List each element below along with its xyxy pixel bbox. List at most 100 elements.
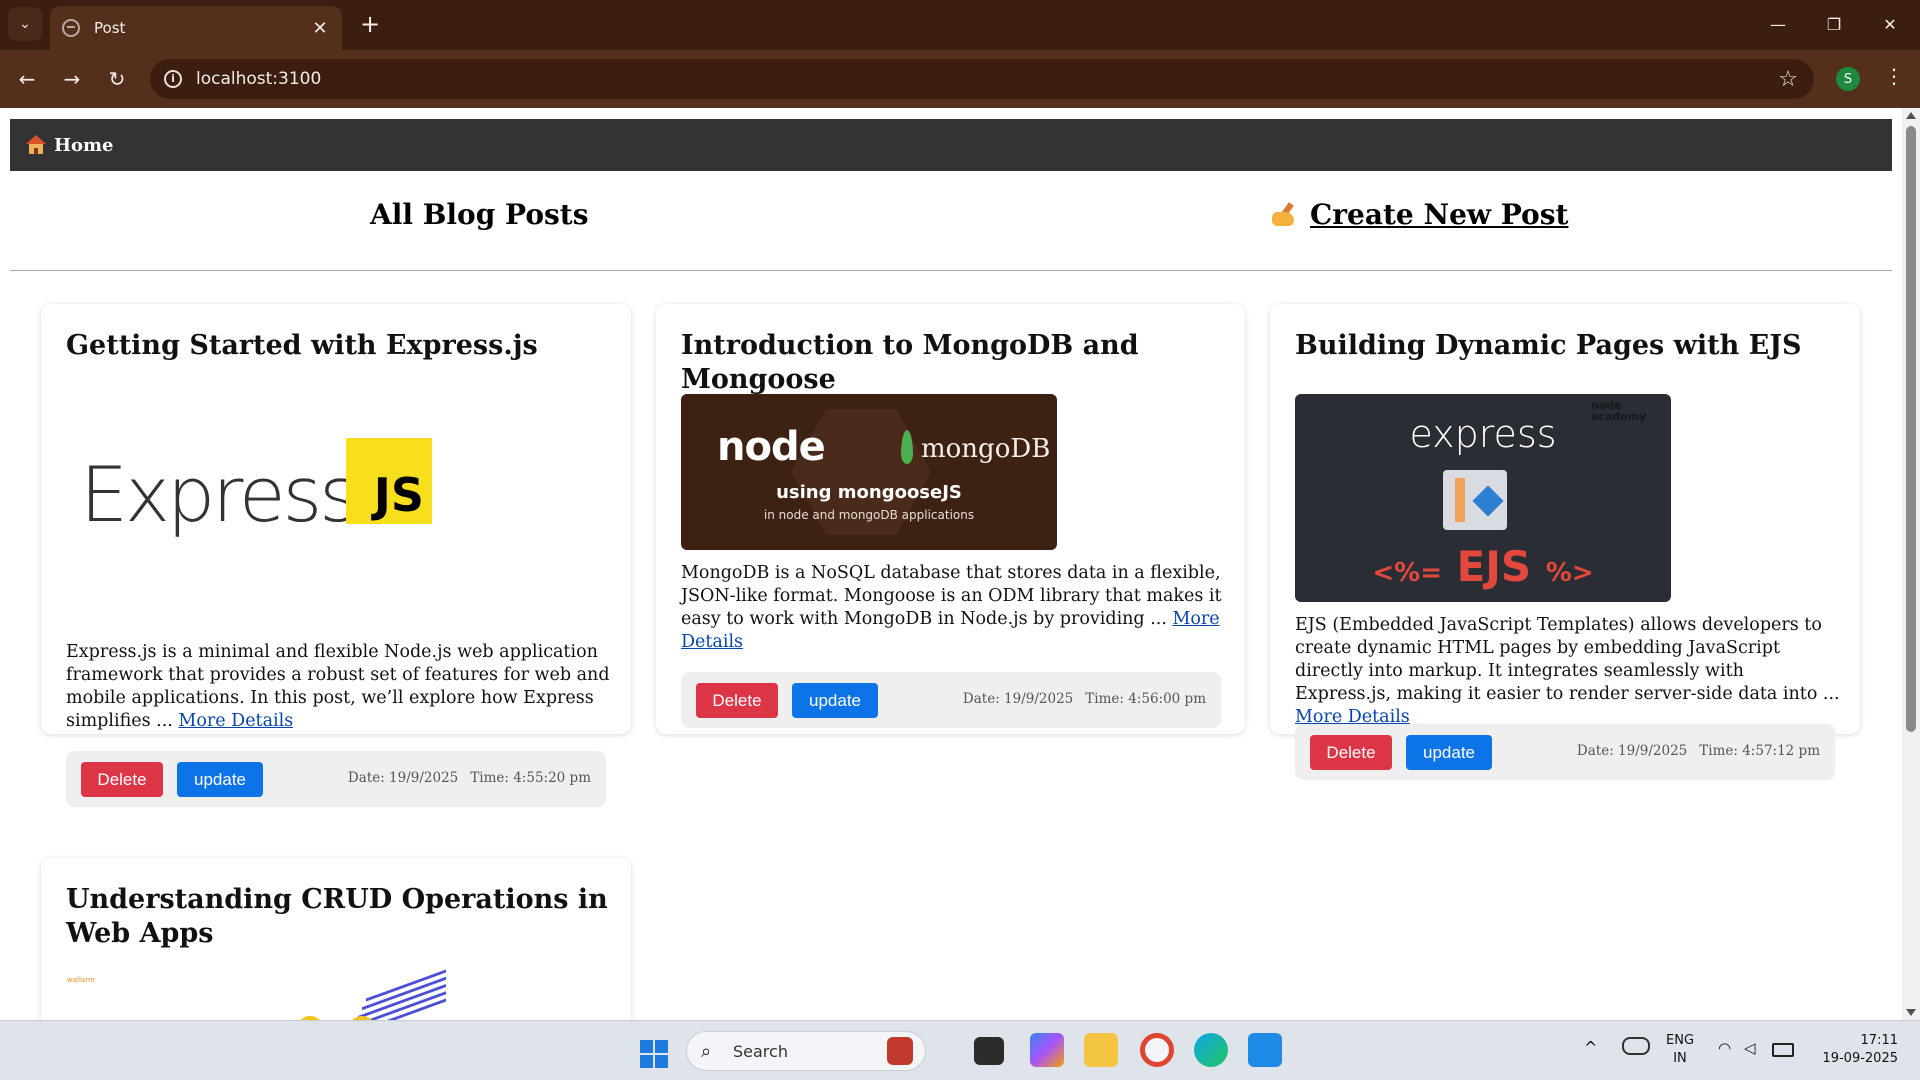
battery-icon[interactable] bbox=[1772, 1043, 1794, 1057]
new-tab-button[interactable]: + bbox=[356, 10, 384, 38]
tab-close-icon[interactable]: ✕ bbox=[308, 16, 332, 40]
node-logo-text: node bbox=[717, 424, 826, 470]
post-excerpt-text: Express.js is a minimal and flexible Nod… bbox=[66, 642, 610, 731]
onedrive-cloud-icon[interactable] bbox=[1622, 1037, 1650, 1055]
post-actions: Delete update Date: 19/9/2025 Time: 4:57:… bbox=[1295, 724, 1835, 780]
clock[interactable]: 17:11 19-09-2025 bbox=[1818, 1032, 1898, 1068]
browser-tab[interactable]: Post ✕ bbox=[50, 6, 342, 50]
profile-avatar[interactable]: S bbox=[1836, 67, 1860, 91]
mongodb-leaf-icon bbox=[901, 430, 913, 464]
ejs-logo: <%= EJS %> bbox=[1295, 542, 1671, 591]
post-image-crud: wallarm bbox=[66, 969, 446, 1020]
post-excerpt-text: EJS (Embedded JavaScript Templates) allo… bbox=[1295, 615, 1840, 704]
post-time: Time: 4:57:12 pm bbox=[1699, 743, 1820, 759]
page-viewport: Home All Blog Posts Create New Post Gett… bbox=[0, 108, 1902, 1020]
volume-icon[interactable]: ◁ bbox=[1744, 1039, 1756, 1057]
tray-overflow-icon[interactable]: ^ bbox=[1584, 1039, 1597, 1057]
edge-icon[interactable] bbox=[1194, 1033, 1228, 1067]
post-card: Introduction to MongoDB and Mongoose nod… bbox=[656, 304, 1245, 734]
forward-button[interactable]: → bbox=[56, 63, 88, 95]
file-explorer-icon[interactable] bbox=[1084, 1033, 1118, 1067]
scroll-down-arrow-icon[interactable] bbox=[1906, 1009, 1916, 1016]
mongodb-logo-text: mongoDB bbox=[921, 434, 1051, 464]
delete-button[interactable]: Delete bbox=[1310, 735, 1392, 770]
task-view-icon[interactable] bbox=[974, 1037, 1004, 1065]
search-icon: ⌕ bbox=[701, 1041, 712, 1062]
node-academy-logo: node academy bbox=[1591, 399, 1647, 423]
tab-search-button[interactable]: ⌄ bbox=[8, 7, 42, 41]
create-post-link[interactable]: Create New Post bbox=[1268, 198, 1568, 231]
ejs-close-tag: %> bbox=[1545, 558, 1594, 588]
browser-tabstrip: ⌄ Post ✕ + — ❐ ✕ bbox=[0, 0, 1920, 50]
globe-icon bbox=[62, 19, 80, 37]
post-date: Date: 19/9/2025 bbox=[962, 691, 1074, 707]
post-time: Time: 4:56:00 pm bbox=[1085, 691, 1206, 707]
windows-taskbar: ⌕ Search ^ ENG IN ◠ ◁ 17:11 19-09-2025 bbox=[0, 1020, 1920, 1080]
post-image-ejs: express node academy <%= EJS %> bbox=[1295, 394, 1671, 602]
region-code: IN bbox=[1673, 1051, 1687, 1066]
page-scrollbar[interactable] bbox=[1902, 108, 1920, 1020]
nav-home-link[interactable]: Home bbox=[26, 135, 114, 156]
house-icon bbox=[26, 135, 46, 155]
scrollbar-thumb[interactable] bbox=[1906, 126, 1916, 732]
delete-button[interactable]: Delete bbox=[81, 762, 163, 797]
post-card: Getting Started with Express.js Express … bbox=[41, 304, 631, 807]
post-meta: Date: 19/9/2025 Time: 4:55:20 pm bbox=[348, 770, 591, 786]
update-button[interactable]: update bbox=[177, 762, 263, 797]
wifi-icon[interactable]: ◠ bbox=[1718, 1039, 1731, 1057]
image-heading: using mongooseJS bbox=[776, 482, 962, 503]
post-title: Building Dynamic Pages with EJS bbox=[1295, 330, 1802, 361]
clock-date: 19-09-2025 bbox=[1822, 1051, 1898, 1066]
language-indicator[interactable]: ENG IN bbox=[1666, 1032, 1694, 1068]
address-bar[interactable]: i localhost:3100 ☆ bbox=[150, 59, 1814, 99]
post-excerpt: MongoDB is a NoSQL database that stores … bbox=[681, 562, 1226, 654]
windows-start-icon[interactable] bbox=[640, 1040, 668, 1068]
create-post-label[interactable]: Create New Post bbox=[1310, 198, 1568, 231]
express-logo-text: Express bbox=[80, 450, 359, 539]
divider bbox=[10, 270, 1892, 271]
post-excerpt-text: MongoDB is a NoSQL database that stores … bbox=[681, 563, 1222, 629]
language-code: ENG bbox=[1666, 1033, 1695, 1048]
window-close-button[interactable]: ✕ bbox=[1868, 8, 1912, 40]
more-details-link[interactable]: More Details bbox=[178, 711, 293, 731]
ejs-logo-text: EJS bbox=[1441, 542, 1546, 591]
image-subheading: in node and mongoDB applications bbox=[763, 508, 975, 522]
vscode-icon[interactable] bbox=[1248, 1033, 1282, 1067]
browser-toolbar: ← → ↻ i localhost:3100 ☆ S ⋮ bbox=[0, 50, 1920, 108]
minimize-button[interactable]: — bbox=[1756, 8, 1800, 40]
post-image-express: Express JS bbox=[66, 394, 441, 594]
post-date: Date: 19/9/2025 bbox=[1576, 743, 1688, 759]
tab-title: Post bbox=[94, 19, 126, 37]
writing-hand-icon bbox=[1268, 200, 1302, 230]
site-navbar: Home bbox=[10, 119, 1892, 171]
update-button[interactable]: update bbox=[1406, 735, 1492, 770]
browser-menu-icon[interactable]: ⋮ bbox=[1884, 64, 1904, 88]
site-info-icon[interactable]: i bbox=[164, 70, 182, 88]
chrome-icon[interactable] bbox=[1140, 1033, 1174, 1067]
post-image-mongodb: node mongoDB using mongooseJS in node an… bbox=[681, 394, 1057, 550]
post-actions: Delete update Date: 19/9/2025 Time: 4:55:… bbox=[66, 751, 606, 807]
scroll-up-arrow-icon[interactable] bbox=[1906, 112, 1916, 119]
taskbar-search-label: Search bbox=[733, 1042, 788, 1061]
url-text[interactable]: localhost:3100 bbox=[196, 69, 321, 89]
clock-time: 17:11 bbox=[1860, 1033, 1898, 1048]
nav-home-label[interactable]: Home bbox=[54, 135, 114, 156]
copilot-icon[interactable] bbox=[1030, 1033, 1064, 1067]
post-excerpt: Express.js is a minimal and flexible Nod… bbox=[66, 641, 611, 733]
post-title: Introduction to MongoDB and Mongoose bbox=[681, 330, 1139, 395]
taskbar-search[interactable]: ⌕ Search bbox=[686, 1031, 926, 1071]
post-meta: Date: 19/9/2025 Time: 4:56:00 pm bbox=[963, 691, 1206, 707]
post-card: Understanding CRUD Operations in Web App… bbox=[41, 858, 631, 1020]
page-title: All Blog Posts bbox=[370, 198, 589, 231]
post-meta: Date: 19/9/2025 Time: 4:57:12 pm bbox=[1577, 743, 1820, 759]
maximize-button[interactable]: ❐ bbox=[1812, 8, 1856, 40]
post-excerpt: EJS (Embedded JavaScript Templates) allo… bbox=[1295, 614, 1840, 729]
post-time: Time: 4:55:20 pm bbox=[470, 770, 591, 786]
reload-button[interactable]: ↻ bbox=[101, 63, 133, 95]
delete-button[interactable]: Delete bbox=[696, 683, 778, 718]
bookmark-star-icon[interactable]: ☆ bbox=[1778, 67, 1798, 92]
back-button[interactable]: ← bbox=[11, 63, 43, 95]
post-date: Date: 19/9/2025 bbox=[347, 770, 459, 786]
update-button[interactable]: update bbox=[792, 683, 878, 718]
ejs-open-tag: <%= bbox=[1372, 558, 1442, 588]
